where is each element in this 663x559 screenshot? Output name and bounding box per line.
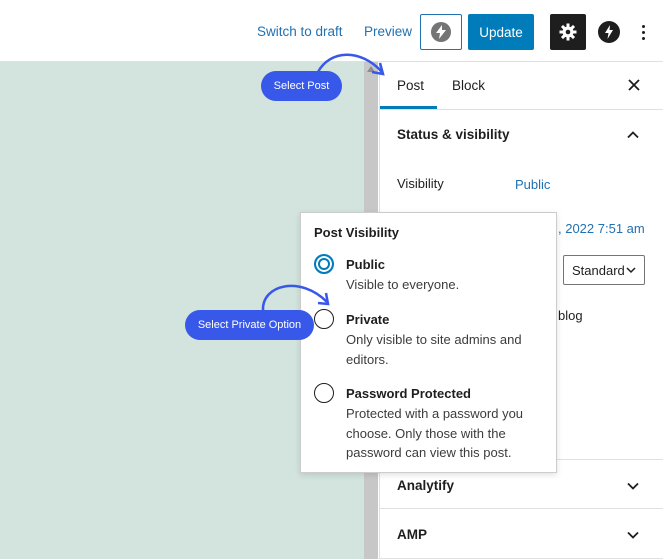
status-visibility-panel-header[interactable]: Status & visibility — [380, 110, 663, 158]
post-visibility-popover: Post Visibility Public Visible to everyo… — [300, 212, 557, 473]
jetpack-button[interactable] — [420, 14, 462, 50]
active-tab-indicator — [380, 106, 437, 109]
panel-title: AMP — [397, 527, 427, 542]
panel-title: Status & visibility — [397, 127, 510, 142]
amp-panel-header[interactable]: AMP — [380, 509, 663, 559]
settings-button[interactable] — [550, 14, 586, 50]
gear-icon — [559, 23, 577, 41]
scroll-up-arrow[interactable] — [367, 66, 375, 72]
option-desc-private: Only visible to site admins and editors. — [346, 332, 522, 367]
option-label-public: Public — [346, 257, 386, 272]
amp-button[interactable] — [598, 21, 620, 43]
option-desc-public: Visible to everyone. — [346, 277, 460, 292]
update-button[interactable]: Update — [468, 14, 534, 50]
chevron-down-icon — [626, 267, 636, 274]
tab-block[interactable]: Block — [452, 78, 485, 93]
visibility-toggle[interactable]: Public — [515, 177, 550, 192]
more-vertical-icon[interactable] — [636, 20, 650, 44]
popover-title: Post Visibility — [314, 225, 400, 240]
post-format-select[interactable]: Standard — [563, 255, 645, 285]
option-desc-password-protected: Protected with a password you choose. On… — [346, 406, 524, 460]
option-label-private: Private — [346, 312, 390, 327]
radio-public[interactable] — [314, 254, 334, 274]
lightning-icon — [431, 22, 451, 42]
select-post-callout: Select Post — [261, 71, 342, 101]
chevron-down-icon — [627, 531, 639, 539]
option-label-password-protected: Password Protected — [346, 386, 471, 401]
top-toolbar: Switch to draft Preview Update — [0, 0, 663, 62]
visibility-label: Visibility — [397, 176, 444, 191]
tab-post[interactable]: Post — [397, 78, 424, 93]
radio-private[interactable] — [314, 309, 334, 329]
preview-button[interactable]: Preview — [364, 24, 412, 39]
radio-password-protected[interactable] — [314, 383, 334, 403]
switch-to-draft-button[interactable]: Switch to draft — [257, 24, 343, 39]
select-private-callout: Select Private Option — [185, 310, 314, 340]
chevron-down-icon — [627, 482, 639, 490]
amp-bolt-icon — [605, 25, 613, 39]
publish-date-link[interactable]: , 2022 7:51 am — [558, 221, 645, 236]
partial-text: blog — [558, 308, 583, 323]
chevron-up-icon — [627, 131, 639, 139]
panel-title: Analytify — [397, 478, 455, 493]
post-format-value: Standard — [572, 263, 625, 278]
close-icon[interactable] — [625, 76, 643, 94]
sidebar-tabs: Post Block — [380, 62, 663, 110]
